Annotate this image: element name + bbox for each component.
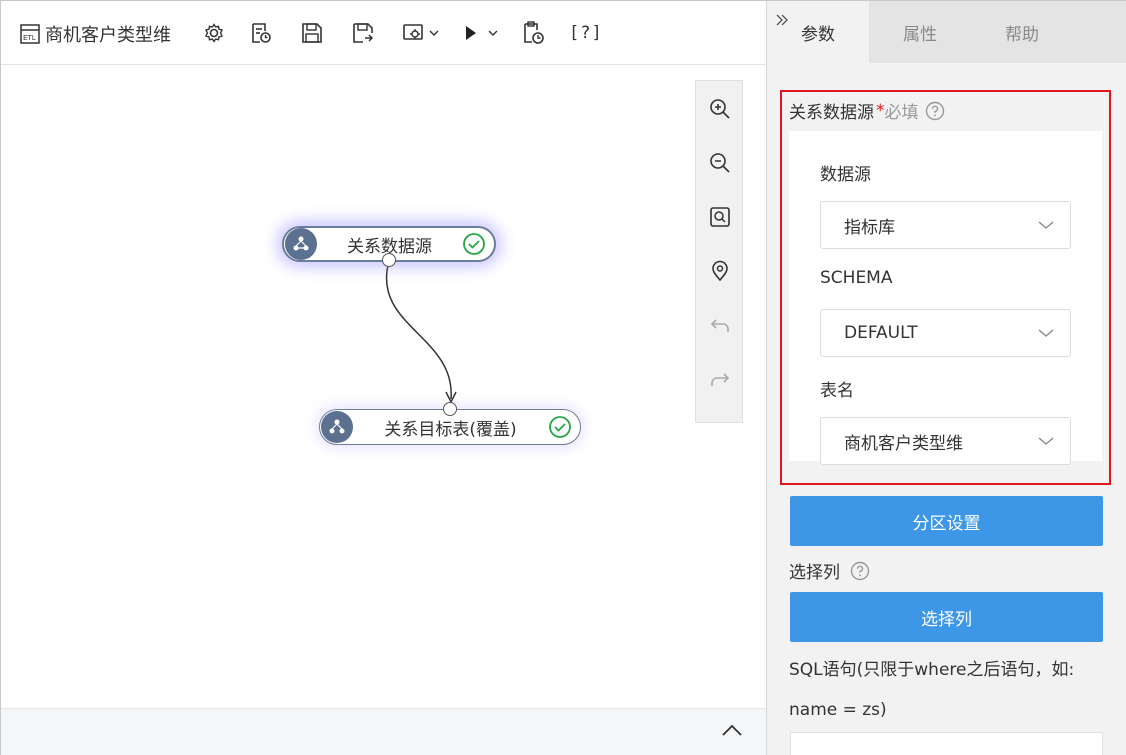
schema-select[interactable]: DEFAULT [820,309,1071,357]
sql-hint-line-1: SQL语句(只限于where之后语句，如: [789,660,1075,680]
section-title: 关系数据源 * 必填 [789,98,945,123]
job-title-text: 商机客户类型维 [45,25,171,46]
chevron-down-icon [1038,437,1054,445]
schedule-button[interactable] [520,19,546,47]
chevron-down-icon [1038,329,1054,337]
required-text: 必填 [884,103,919,123]
partition-settings-button[interactable]: 分区设置 [790,496,1103,546]
schema-value: DEFAULT [844,323,918,343]
tab-properties[interactable]: 属性 [869,1,971,63]
undo-button[interactable] [708,313,732,337]
locate-button[interactable] [708,259,732,283]
tab-properties-label: 属性 [903,24,937,45]
save-button[interactable] [300,19,324,47]
etl-editor-window: ETL 商机客户类型维 [?] 关系数据源 关系目标表(覆盖) 参数 属性 帮助… [0,0,1126,755]
chevron-down-icon [429,30,439,36]
log-button[interactable] [249,19,273,47]
connection-edge [385,260,457,404]
expand-bottom-button[interactable] [720,721,744,745]
panel-tabs: 参数 属性 帮助 [767,1,1126,63]
log-icon [252,23,271,43]
chevron-down-icon [488,30,498,36]
zoom-out-button[interactable] [708,151,732,175]
datasource-label: 数据源 [820,165,871,185]
datasource-fields: 数据源 指标库 SCHEMA DEFAULT 表名 商机客户类型维 [789,131,1102,465]
target-table-icon [321,411,353,443]
locate-icon [712,260,728,282]
fit-view-button[interactable] [708,205,732,229]
zoom-in-button[interactable] [708,97,732,121]
schedule-icon [524,21,544,44]
datasource-select[interactable]: 指标库 [820,201,1071,249]
zoom-out-icon [710,153,730,173]
table-name-label: 表名 [820,381,854,401]
table-name-select[interactable]: 商机客户类型维 [820,417,1071,465]
source-output-port[interactable] [382,253,396,267]
double-chevron-right-icon [776,14,788,26]
question-circle-icon[interactable] [850,561,870,581]
save-as-icon [353,23,374,43]
config-dropdown-icon [403,24,423,40]
tab-params-label: 参数 [801,24,835,45]
run-icon [466,26,476,40]
designer-area: ETL 商机客户类型维 [?] 关系数据源 关系目标表(覆盖) [1,1,767,755]
schema-label: SCHEMA [820,268,893,288]
svg-text:ETL: ETL [23,34,36,42]
settings-icon [205,23,223,43]
required-mark: * [876,100,885,121]
job-title: ETL 商机客户类型维 [19,21,171,47]
datasource-value: 指标库 [844,217,895,238]
redo-icon [711,373,730,386]
help-button[interactable]: [?] [569,19,603,47]
collapse-panel-button[interactable] [775,13,789,31]
table-name-value: 商机客户类型维 [844,433,963,454]
tab-help-label: 帮助 [1005,24,1039,45]
select-columns-button-label: 选择列 [921,609,972,630]
help-icon: [?] [569,23,603,43]
config-dropdown-button[interactable] [402,19,440,47]
target-node-label: 关系目标表(覆盖) [384,419,517,440]
chevron-up-icon [722,724,742,736]
settings-button[interactable] [203,19,225,47]
zoom-in-icon [710,99,730,119]
fit-view-icon [710,207,730,227]
partition-settings-label: 分区设置 [912,513,981,534]
redo-button[interactable] [708,367,732,391]
section-title-text: 关系数据源 [789,103,874,123]
save-as-button[interactable] [351,19,375,47]
design-canvas[interactable] [1,66,766,708]
question-circle-icon[interactable] [925,101,945,121]
tab-help[interactable]: 帮助 [971,1,1073,63]
property-panel: 参数 属性 帮助 关系数据源 * 必填 数据源 指标库 SCHEMA DEFAU… [767,1,1126,755]
top-toolbar: ETL 商机客户类型维 [?] [1,1,766,65]
datasource-icon [285,228,317,260]
save-icon [302,23,322,43]
run-dropdown-button[interactable] [463,19,499,47]
target-input-port[interactable] [443,402,457,416]
etl-icon: ETL [20,24,40,44]
sql-hint-line-2: name = zs) [789,700,887,720]
select-columns-label: 选择列 [789,558,870,583]
select-columns-button[interactable]: 选择列 [790,592,1103,642]
select-columns-label-text: 选择列 [789,563,840,583]
sql-input[interactable] [790,732,1103,755]
undo-icon [710,319,729,332]
chevron-down-icon [1038,221,1054,229]
check-circle-icon [549,416,571,438]
canvas-tools [695,80,743,423]
check-circle-icon [463,233,485,255]
tab-params[interactable]: 参数 [767,1,869,63]
bottom-panel-bar [1,708,766,755]
